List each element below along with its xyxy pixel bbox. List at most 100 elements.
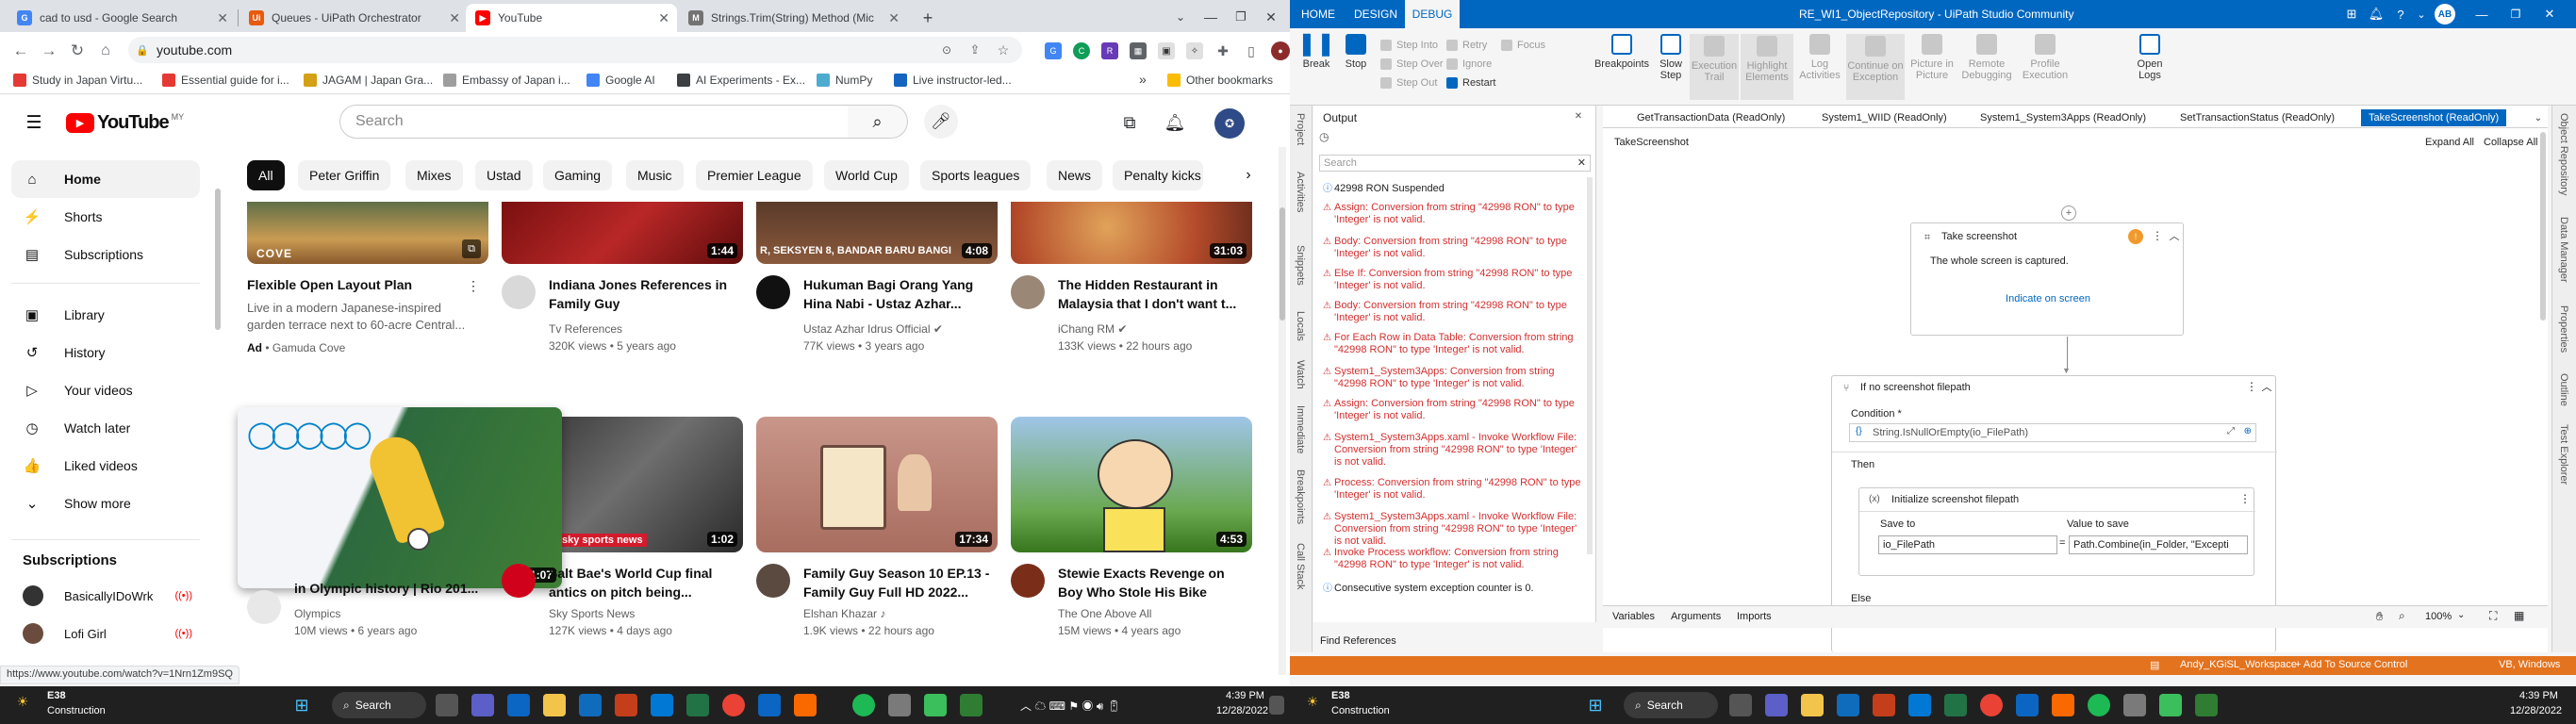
warning-icon[interactable]: ! — [2128, 229, 2143, 244]
reload-icon[interactable]: ↻ — [66, 40, 89, 62]
other-bookmarks[interactable]: Other bookmarks — [1167, 74, 1273, 87]
extension-icon[interactable]: ✧ — [1186, 42, 1203, 59]
close-window-icon[interactable]: ✕ — [1260, 8, 1282, 26]
chevron-down-icon[interactable]: ⌄ — [2457, 610, 2465, 620]
help-icon[interactable]: ? — [2391, 5, 2410, 24]
breadcrumb[interactable]: TakeScreenshot — [1614, 137, 1689, 148]
indicate-on-screen-link[interactable]: Indicate on screen — [1911, 293, 2185, 304]
video-thumbnail[interactable]: 4:53 — [1011, 417, 1252, 552]
chevron-down-icon[interactable]: ⌄ — [2412, 5, 2431, 24]
channel-avatar[interactable] — [247, 590, 281, 624]
video-title[interactable]: Hukuman Bagi Orang Yang Hina Nabi - Usta… — [803, 275, 992, 313]
step-out-button[interactable]: Step Out — [1380, 77, 1437, 89]
break-button[interactable]: ❚❚Break — [1297, 33, 1335, 71]
zoom-level[interactable]: 100% — [2425, 611, 2452, 622]
rail-tab-outline[interactable]: Outline — [2558, 373, 2569, 406]
video-title[interactable]: Stewie Exacts Revenge on Boy Who Stole H… — [1058, 564, 1247, 601]
open-logs-button[interactable]: Open Logs — [2129, 34, 2171, 81]
expand-all-link[interactable]: Expand All — [2425, 137, 2474, 148]
sidebar-item-your-videos[interactable]: ▷ Your videos — [11, 371, 200, 409]
sidebar-item-library[interactable]: ▣ Library — [11, 296, 200, 334]
value-input[interactable]: Path.Combine(in_Folder, "Excepti — [2069, 535, 2248, 554]
channel-avatar[interactable] — [502, 564, 536, 598]
sidebar-item-home[interactable]: ⌂ Home — [11, 160, 200, 198]
word-icon[interactable] — [758, 694, 781, 716]
back-icon[interactable]: ← — [9, 40, 32, 62]
video-thumbnail[interactable]: COVE ⧉ — [247, 202, 488, 264]
retry-button[interactable]: Retry — [1446, 40, 1487, 51]
word-icon[interactable] — [2016, 694, 2039, 716]
youtube-logo[interactable]: ▶ YouTube MY — [66, 112, 184, 134]
minimize-icon[interactable]: — — [2472, 5, 2491, 24]
search-input[interactable]: Search — [339, 105, 849, 139]
condition-input[interactable]: {} String.IsNullOrEmpty(io_FilePath) ⤢ ⊕ — [1849, 423, 2256, 442]
slow-step-button[interactable]: Slow Step — [1654, 34, 1688, 81]
whatsapp-icon[interactable] — [2159, 694, 2182, 716]
pin-icon[interactable]: ✕ — [1572, 109, 1585, 123]
app-icon[interactable] — [2195, 694, 2218, 716]
chip[interactable]: World Cup — [824, 160, 909, 190]
chip[interactable]: News — [1047, 160, 1103, 190]
share-icon[interactable]: ⇪ — [966, 41, 984, 59]
more-options-icon[interactable]: ⋮ — [2245, 380, 2258, 393]
video-title[interactable]: Family Guy Season 10 EP.13 - Family Guy … — [803, 564, 992, 601]
output-error-line[interactable]: For Each Row in Data Table: Conversion f… — [1323, 332, 1587, 356]
excel-icon[interactable] — [1944, 694, 1967, 716]
chip[interactable]: Peter Griffin — [298, 160, 391, 190]
teams-icon[interactable] — [471, 694, 494, 716]
chrome-icon[interactable] — [1980, 694, 2003, 716]
address-bar[interactable]: 🔒 youtube.com ⊙ ⇪ ☆ — [128, 37, 1022, 63]
rail-tab-project[interactable]: Project — [1295, 113, 1306, 145]
office-icon[interactable] — [1873, 694, 1895, 716]
browser-tab[interactable]: M Strings.Trim(String) Method (Mic ✕ — [679, 4, 907, 32]
step-over-button[interactable]: Step Over — [1380, 58, 1444, 70]
weather-temp[interactable]: E38 — [1331, 690, 1350, 701]
ribbon-tab-design[interactable]: DESIGN — [1346, 0, 1405, 28]
ribbon-tab-home[interactable]: HOME — [1290, 0, 1346, 28]
page-scrollbar[interactable] — [1280, 207, 1285, 321]
video-title[interactable]: Indiana Jones References in Family Guy — [549, 275, 737, 313]
profile-avatar[interactable]: ● — [1271, 41, 1290, 60]
doc-tab[interactable]: System1_WIID (ReadOnly) — [1814, 109, 1955, 126]
tab-search-icon[interactable]: ⌄ — [1169, 8, 1192, 26]
ribbon-tab-debug[interactable]: DEBUG — [1405, 0, 1460, 28]
rail-tab-breakpoints[interactable]: Breakpoints — [1295, 469, 1306, 524]
channel-name[interactable]: Tv References — [549, 321, 622, 337]
taskbar-search[interactable]: ⌕ Search — [1624, 692, 1718, 718]
user-avatar[interactable]: AB — [2435, 4, 2455, 25]
system-tray-icons[interactable]: ︿ ☁ ⌨ ⚑ ◉ 🔊︎ 🔋︎ — [1020, 698, 1121, 714]
collapse-icon[interactable]: ︿ — [2168, 229, 2181, 242]
edge-icon[interactable] — [651, 694, 673, 716]
microphone-icon[interactable]: 🎤︎ — [924, 105, 958, 139]
close-tab-icon[interactable]: ✕ — [658, 10, 669, 26]
rail-tab-snippets[interactable]: Snippets — [1295, 245, 1306, 286]
channel-name[interactable]: Ustaz Azhar Idrus Official ✔ — [803, 321, 943, 337]
output-error-line[interactable]: Body: Conversion from string "42998 RON"… — [1323, 236, 1587, 260]
forward-icon[interactable]: → — [38, 40, 60, 62]
rail-tab-object-repository[interactable]: Object Repository — [2558, 113, 2569, 195]
excel-icon[interactable] — [686, 694, 709, 716]
focus-button[interactable]: Focus — [1501, 40, 1545, 51]
windows-start-icon[interactable]: ⊞ — [1584, 694, 1607, 716]
fit-to-screen-icon[interactable]: ⛶ — [2489, 609, 2497, 623]
browser-tab-active[interactable]: ▶ YouTube ✕ — [466, 4, 677, 32]
bookmark-item[interactable]: Live instructor-led... — [894, 74, 1012, 87]
extension-icon[interactable]: G — [1045, 42, 1062, 59]
video-thumbnail[interactable]: 31:03 — [1011, 202, 1252, 264]
chip[interactable]: Penalty kicks — [1113, 160, 1203, 190]
external-link-icon[interactable]: ⧉ — [462, 239, 481, 258]
video-thumbnail[interactable]: 17:34 — [756, 417, 998, 552]
channel-name[interactable]: Elshan Khazar ♪ — [803, 605, 885, 622]
rail-tab-watch[interactable]: Watch — [1295, 360, 1306, 389]
execution-trail-button[interactable]: Execution Trail — [1690, 34, 1739, 100]
video-thumbnail[interactable]: R, SEKSYEN 8, BANDAR BARU BANGI 4:08 — [756, 202, 998, 264]
zoom-icon[interactable]: ⌕ — [2399, 609, 2405, 623]
channel-avatar[interactable] — [756, 564, 790, 598]
channel-avatar[interactable] — [1011, 564, 1045, 598]
chip[interactable]: Sports leagues — [920, 160, 1032, 190]
more-options-icon[interactable]: ⋮ — [2238, 492, 2252, 505]
edge-icon[interactable] — [1908, 694, 1931, 716]
designer-scrollbar[interactable] — [2540, 132, 2546, 321]
subscription-item[interactable]: Lofi Girl ((•)) — [11, 615, 200, 652]
sidebar-item-history[interactable]: ↺ History — [11, 334, 200, 371]
